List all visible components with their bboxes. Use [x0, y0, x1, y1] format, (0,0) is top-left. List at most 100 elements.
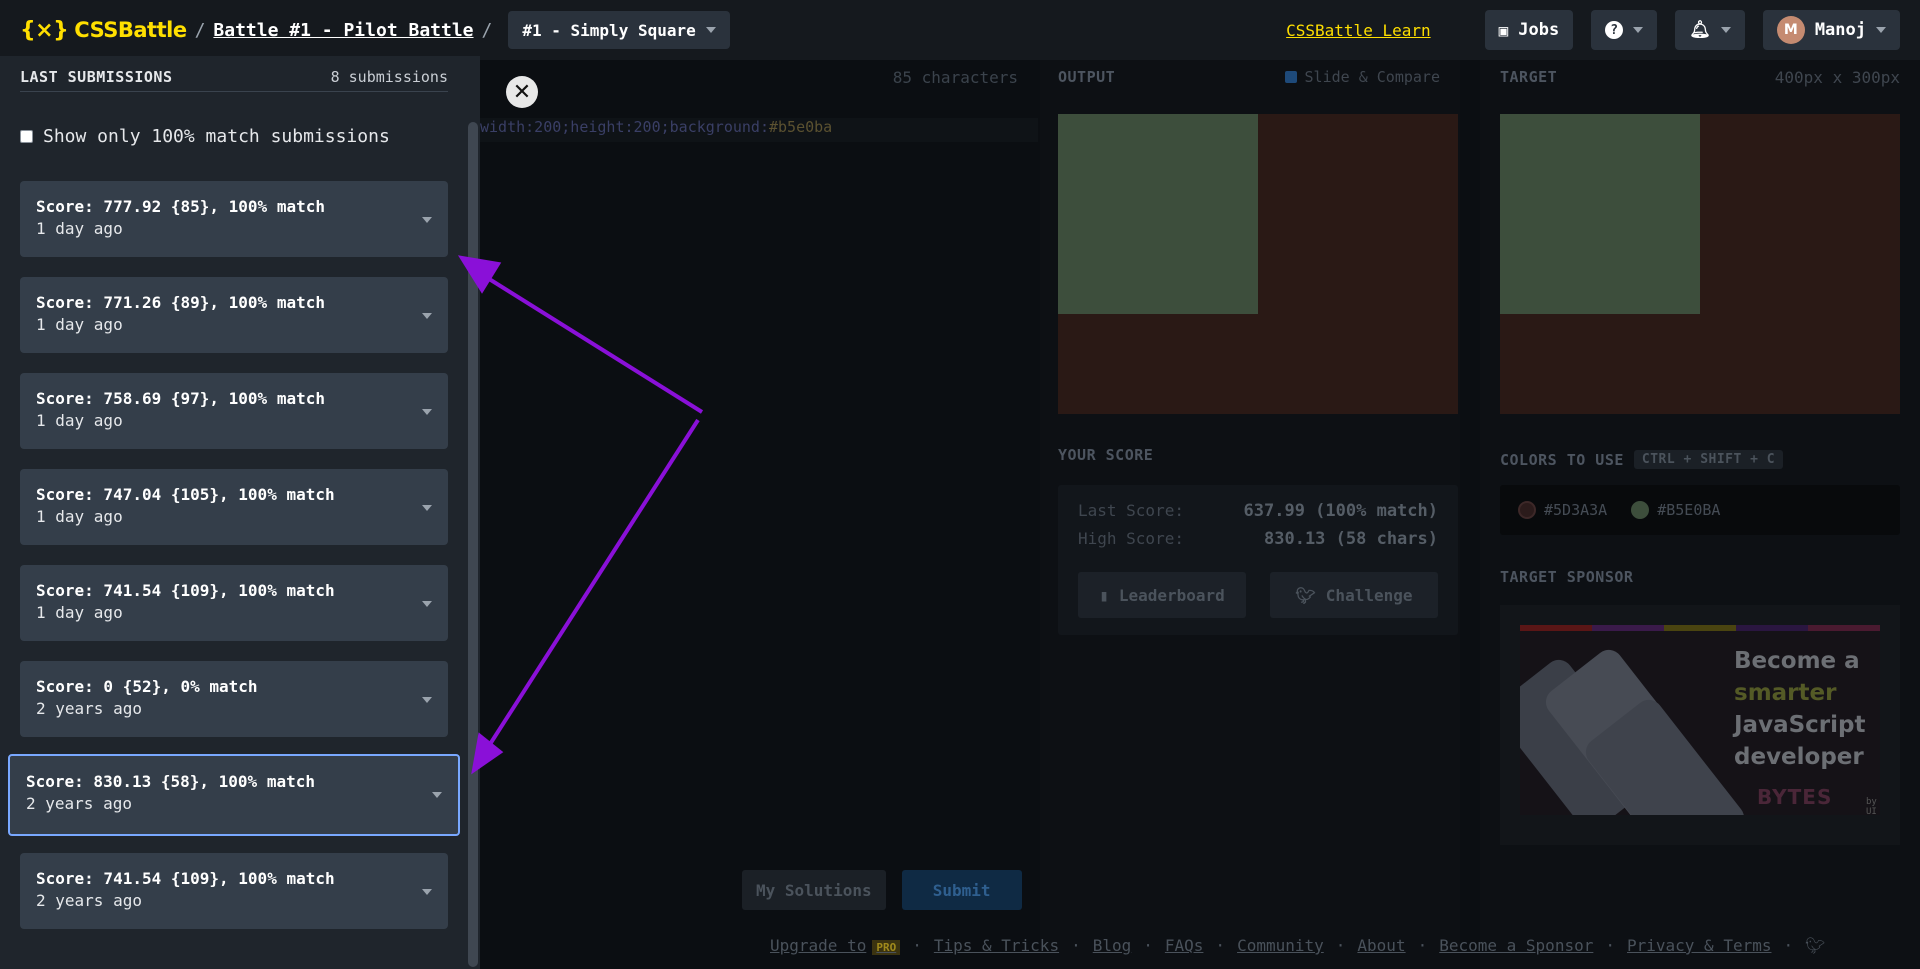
color-hex: #B5E0BA [1657, 501, 1721, 519]
footer-separator: · [1143, 936, 1153, 955]
submission-count: 8 submissions [330, 67, 448, 86]
footer-about-link[interactable]: About [1357, 936, 1405, 955]
last-score-value: 637.99 (100% match) [1243, 501, 1438, 521]
chevron-down-icon [422, 601, 432, 607]
bar-chart-icon: ▮ [1099, 585, 1109, 605]
pro-badge: PRO [872, 940, 901, 955]
character-count: 85 characters [892, 68, 1018, 87]
footer-links: Upgrade to PRO · Tips & Tricks · Blog · F… [770, 936, 1825, 955]
slide-compare-toggle[interactable]: Slide & Compare [1284, 68, 1440, 86]
footer-faqs-link[interactable]: FAQs [1165, 936, 1204, 955]
sponsor-line-highlight: smarter [1734, 680, 1837, 706]
leaderboard-button[interactable]: ▮ Leaderboard [1078, 572, 1246, 618]
submission-score: Score: 741.54 {109}, 100% match [36, 581, 335, 600]
submission-item[interactable]: Score: 777.92 {85}, 100% match 1 day ago [20, 181, 448, 257]
learn-link[interactable]: CSSBattle Learn [1286, 21, 1431, 40]
output-title: OUTPUT [1058, 68, 1116, 86]
cssbattle-logo[interactable]: {⨯} CSSBattle [20, 18, 187, 43]
high-score-value: 830.13 (58 chars) [1264, 529, 1438, 549]
submit-button[interactable]: Submit [901, 870, 1022, 910]
submission-time: 1 day ago [36, 411, 123, 430]
sponsor-line: developer [1734, 744, 1864, 770]
sponsor-color-bar [1520, 625, 1880, 631]
footer-separator: · [1783, 936, 1794, 955]
code-editor-panel: 85 characters width:200;height:200;backg… [480, 60, 1038, 969]
breadcrumb-battle-link[interactable]: Battle #1 - Pilot Battle [213, 20, 473, 41]
avatar: M [1776, 16, 1805, 44]
submission-item[interactable]: Score: 758.69 {97}, 100% match 1 day ago [20, 373, 448, 449]
chevron-down-icon [422, 217, 432, 223]
output-preview[interactable] [1058, 114, 1458, 414]
chevron-down-icon [1876, 27, 1886, 33]
sponsor-line: Become a [1734, 648, 1860, 674]
submission-item[interactable]: Score: 741.54 {109}, 100% match 2 years … [20, 853, 448, 929]
breadcrumb-separator: / [481, 19, 493, 41]
submission-item[interactable]: Score: 741.54 {109}, 100% match 1 day ag… [20, 565, 448, 641]
upgrade-label: Upgrade to [770, 936, 867, 955]
challenge-button[interactable]: 🐦︎ Challenge [1270, 572, 1438, 618]
target-panel: TARGET 400px x 300px COLORS TO USE CTRL … [1480, 60, 1920, 969]
submission-score: Score: 777.92 {85}, 100% match [36, 197, 325, 216]
last-score-row: Last Score: 637.99 (100% match) [1078, 501, 1438, 521]
target-title: TARGET [1500, 68, 1558, 86]
twitter-icon[interactable]: 🐦︎ [1805, 936, 1825, 955]
colors-to-use-title: COLORS TO USE [1500, 450, 1624, 469]
submission-score: Score: 771.26 {89}, 100% match [36, 293, 325, 312]
submission-score: Score: 747.04 {105}, 100% match [36, 485, 335, 504]
sponsor-by-text: by UI [1866, 797, 1877, 815]
high-score-label: High Score: [1078, 529, 1184, 548]
filter-checkbox[interactable] [20, 130, 33, 143]
submission-score: Score: 758.69 {97}, 100% match [36, 389, 325, 408]
footer-community-link[interactable]: Community [1237, 936, 1324, 955]
color-hex: #5D3A3A [1544, 501, 1608, 519]
sidebar-header: LAST SUBMISSIONS 8 submissions [20, 62, 448, 92]
target-sponsor-title: TARGET SPONSOR [1500, 568, 1634, 586]
submission-time: 1 day ago [36, 603, 123, 622]
footer-separator: · [1417, 936, 1428, 955]
submission-item-selected[interactable]: Score: 830.13 {58}, 100% match 2 years a… [8, 754, 460, 836]
level-select-dropdown[interactable]: #1 - Simply Square [508, 11, 730, 49]
high-score-row: High Score: 830.13 (58 chars) [1078, 529, 1438, 549]
jobs-button-label: Jobs [1518, 20, 1560, 40]
slide-compare-label: Slide & Compare [1304, 68, 1440, 86]
top-nav-bar: {⨯} CSSBattle / Battle #1 - Pilot Battle… [0, 0, 1920, 60]
footer-separator: · [1335, 936, 1346, 955]
submission-item[interactable]: Score: 771.26 {89}, 100% match 1 day ago [20, 277, 448, 353]
my-solutions-button[interactable]: My Solutions [742, 870, 886, 910]
sponsor-banner[interactable]: Become a smarter JavaScript developer BY… [1500, 605, 1900, 845]
close-sidebar-button[interactable]: ✕ [506, 76, 538, 108]
code-line[interactable]: width:200;height:200;background:#b5e0ba [480, 118, 1038, 142]
user-menu-button[interactable]: M Manoj [1762, 10, 1900, 50]
footer-blog-link[interactable]: Blog [1093, 936, 1132, 955]
footer-tips-link[interactable]: Tips & Tricks [934, 936, 1059, 955]
twitter-icon: 🐦︎ [1295, 585, 1316, 605]
breadcrumb-separator: / [194, 19, 206, 41]
chevron-down-icon [1720, 27, 1731, 33]
submission-time: 1 day ago [36, 507, 123, 526]
jobs-button[interactable]: ▣ Jobs [1484, 10, 1574, 50]
chevron-down-icon [422, 889, 432, 895]
target-preview [1500, 114, 1900, 414]
footer-privacy-link[interactable]: Privacy & Terms [1627, 936, 1772, 955]
color-swatch[interactable]: #B5E0BA [1631, 501, 1720, 519]
color-shortcut-badge: CTRL + SHIFT + C [1633, 450, 1784, 469]
notifications-button[interactable]: 🔔︎ [1675, 10, 1745, 50]
help-menu-button[interactable]: ? [1591, 10, 1658, 50]
footer-upgrade-link[interactable]: Upgrade to PRO [770, 936, 901, 955]
color-palette: #5D3A3A #B5E0BA [1500, 485, 1900, 535]
submission-time: 1 day ago [36, 315, 123, 334]
submission-score: Score: 741.54 {109}, 100% match [36, 869, 335, 888]
target-dimensions: 400px x 300px [1774, 68, 1900, 87]
footer-separator: · [912, 936, 922, 955]
level-select-label: #1 - Simply Square [522, 20, 696, 40]
submission-item[interactable]: Score: 0 {52}, 0% match 2 years ago [20, 661, 448, 737]
footer-sponsor-link[interactable]: Become a Sponsor [1439, 936, 1593, 955]
chevron-down-icon [422, 409, 432, 415]
color-dot [1518, 501, 1536, 519]
submission-item[interactable]: Score: 747.04 {105}, 100% match 1 day ag… [20, 469, 448, 545]
submissions-sidebar: LAST SUBMISSIONS 8 submissions Show only… [0, 56, 480, 969]
logo-text: CSSBattle [74, 18, 187, 42]
sidebar-scrollbar[interactable] [468, 122, 478, 967]
match-filter-toggle[interactable]: Show only 100% match submissions [20, 126, 390, 147]
color-swatch[interactable]: #5D3A3A [1518, 501, 1607, 519]
